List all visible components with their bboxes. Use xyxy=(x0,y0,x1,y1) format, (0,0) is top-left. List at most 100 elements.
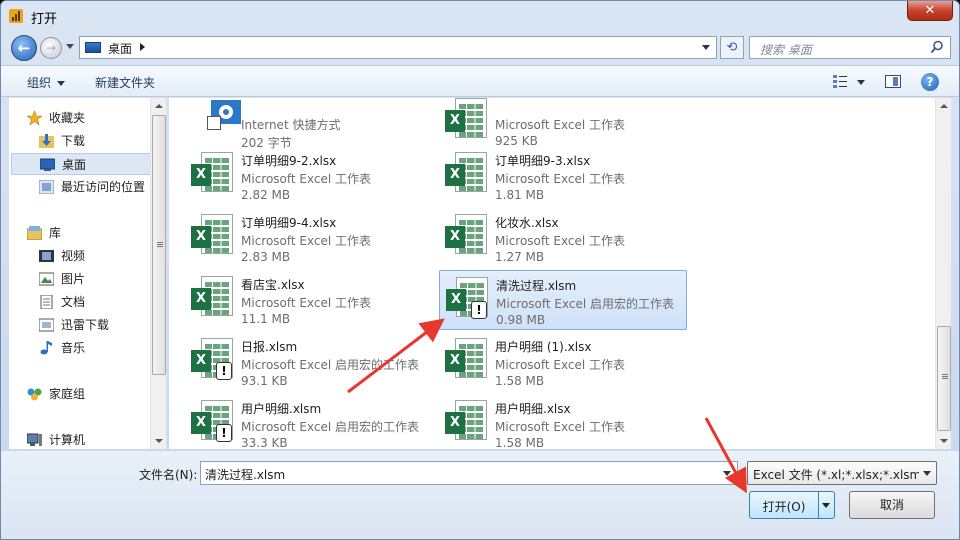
video-icon xyxy=(39,250,54,262)
back-button[interactable]: ← xyxy=(11,35,37,61)
filename-field[interactable]: 清洗过程.xlsm xyxy=(200,461,738,485)
file-type: Internet 快捷方式 xyxy=(241,118,341,132)
file-name: 订单明细9-2.xlsx xyxy=(241,154,337,168)
sidebar-item-music[interactable]: 音乐 xyxy=(39,337,157,359)
sidebar-item-label: 最近访问的位置 xyxy=(61,180,146,194)
sidebar-item-libraries[interactable]: 库 xyxy=(27,222,145,244)
document-icon xyxy=(40,295,53,309)
filename-dropdown-icon[interactable] xyxy=(723,471,731,476)
sidebar-item-label: 文档 xyxy=(61,295,86,309)
search-input[interactable]: 搜索 桌面 xyxy=(749,36,951,59)
file-item[interactable]: X 用户明细.xlsx Microsoft Excel 工作表 1.58 MB xyxy=(439,394,687,449)
open-button-divider xyxy=(818,492,819,518)
file-item[interactable]: X 订单明细9-3.xlsx Microsoft Excel 工作表 1.81 MB xyxy=(439,146,687,206)
view-options-dropdown-icon[interactable] xyxy=(857,80,865,85)
close-button[interactable]: ✕ xyxy=(907,1,953,21)
new-folder-button[interactable]: 新建文件夹 xyxy=(95,74,155,91)
excel-file-icon: X xyxy=(191,214,235,258)
title-bar: 打开 ✕ xyxy=(1,1,959,31)
excel-macro-file-icon: X! xyxy=(191,338,235,382)
sidebar-item-computer[interactable]: 计算机 xyxy=(27,429,145,451)
file-item[interactable]: X! 用户明细.xlsm Microsoft Excel 启用宏的工作表 33.3 K… xyxy=(185,394,433,449)
file-item[interactable]: X 看店宝.xlsx Microsoft Excel 工作表 11.1 MB xyxy=(185,270,433,330)
file-item[interactable]: X 订单明细9-2.xlsx Microsoft Excel 工作表 2.82 MB xyxy=(185,146,433,206)
breadcrumb-chevron-icon[interactable] xyxy=(140,43,145,51)
command-toolbar: 组织 新建文件夹 ? xyxy=(1,65,959,97)
excel-file-icon: X xyxy=(445,152,489,196)
sidebar-item-thunder-downloads[interactable]: 迅雷下载 xyxy=(39,314,157,336)
open-button-label: 打开(O) xyxy=(762,500,806,514)
file-type: Microsoft Excel 工作表 xyxy=(495,118,626,132)
sidebar-item-homegroup[interactable]: 家庭组 xyxy=(27,383,145,405)
change-view-icon[interactable] xyxy=(833,75,847,88)
sidebar-item-label: 迅雷下载 xyxy=(61,318,110,332)
file-name: 用户明细 (1).xlsx xyxy=(495,340,592,354)
excel-file-icon: X xyxy=(445,214,489,258)
file-item[interactable]: Internet 快捷方式 202 字节 xyxy=(185,98,433,152)
scrollbar-thumb[interactable] xyxy=(937,326,951,431)
open-options-dropdown-icon[interactable] xyxy=(822,503,830,508)
file-name: 看店宝.xlsx xyxy=(241,278,305,292)
help-icon[interactable]: ? xyxy=(921,73,939,91)
forward-button[interactable]: → xyxy=(40,37,62,59)
file-type: Microsoft Excel 工作表 xyxy=(495,172,626,186)
file-item[interactable]: X Microsoft Excel 工作表 925 KB xyxy=(439,98,687,152)
dialog-footer: 文件名(N): 清洗过程.xlsm Excel 文件 (*.xl;*.xlsx;… xyxy=(1,451,959,539)
file-type: Microsoft Excel 启用宏的工作表 xyxy=(241,420,420,434)
file-size: 33.3 KB xyxy=(241,436,288,449)
file-item[interactable]: X 用户明细 (1).xlsx Microsoft Excel 工作表 1.58 MB xyxy=(439,332,687,392)
scroll-up-icon[interactable] xyxy=(155,104,163,108)
file-type-filter-value: Excel 文件 (*.xl;*.xlsx;*.xlsm;*.xlsb;*.xl… xyxy=(753,468,919,482)
file-name: 用户明细.xlsm xyxy=(241,402,322,416)
scrollbar-thumb[interactable] xyxy=(152,115,166,375)
scroll-up-icon[interactable] xyxy=(940,104,948,108)
recent-pages-dropdown-icon[interactable] xyxy=(66,44,74,49)
file-list-scrollbar[interactable] xyxy=(935,98,951,449)
file-name: 订单明细9-3.xlsx xyxy=(495,154,591,168)
file-name: 清洗过程.xlsm xyxy=(496,279,577,293)
address-breadcrumb-desktop[interactable]: 桌面 xyxy=(108,40,132,57)
file-name: 订单明细9-4.xlsx xyxy=(241,216,337,230)
sidebar-item-label: 库 xyxy=(49,226,62,240)
sidebar-item-pictures[interactable]: 图片 xyxy=(39,268,157,290)
open-file-dialog: 打开 ✕ ← → 桌面 ⟲ 搜索 桌面 组织 新建文件夹 ? 收藏夹 下载 桌面… xyxy=(0,0,960,540)
recent-places-icon xyxy=(39,180,54,194)
organize-label: 组织 xyxy=(27,76,52,90)
address-dropdown-icon[interactable] xyxy=(702,45,710,50)
sidebar-item-recent-places[interactable]: 最近访问的位置 xyxy=(39,176,157,198)
file-type: Microsoft Excel 工作表 xyxy=(241,234,372,248)
file-type: Microsoft Excel 工作表 xyxy=(495,420,626,434)
file-item-selected[interactable]: X! 清洗过程.xlsm Microsoft Excel 启用宏的工作表 0.98 M… xyxy=(439,270,687,330)
navigation-bar: ← → 桌面 ⟲ 搜索 桌面 xyxy=(1,31,959,63)
scroll-down-icon[interactable] xyxy=(155,439,163,443)
sidebar-item-favorites[interactable]: 收藏夹 xyxy=(27,107,145,129)
sidebar-item-downloads[interactable]: 下载 xyxy=(39,130,157,152)
computer-icon xyxy=(27,433,42,446)
file-size: 0.98 MB xyxy=(496,313,546,327)
sidebar-item-label: 视频 xyxy=(61,249,86,263)
address-bar[interactable]: 桌面 xyxy=(79,36,717,59)
sidebar-item-label: 收藏夹 xyxy=(49,111,86,125)
organize-button[interactable]: 组织 xyxy=(27,74,66,91)
cancel-button[interactable]: 取消 xyxy=(849,491,935,519)
file-item[interactable]: X! 日报.xlsm Microsoft Excel 启用宏的工作表 93.1 KB xyxy=(185,332,433,392)
desktop-icon xyxy=(40,158,55,171)
file-type: Microsoft Excel 启用宏的工作表 xyxy=(496,297,675,311)
file-item[interactable]: X 化妆水.xlsx Microsoft Excel 工作表 1.27 MB xyxy=(439,208,687,268)
sidebar-item-desktop[interactable]: 桌面 xyxy=(11,153,151,175)
chevron-down-icon xyxy=(57,81,66,86)
file-size: 1.81 MB xyxy=(495,188,545,202)
navigation-scrollbar[interactable] xyxy=(150,98,166,449)
sidebar-item-label: 家庭组 xyxy=(49,387,86,401)
file-size: 1.58 MB xyxy=(495,374,545,388)
search-icon[interactable] xyxy=(930,40,944,54)
file-type-filter-select[interactable]: Excel 文件 (*.xl;*.xlsx;*.xlsm;*.xlsb;*.xl… xyxy=(747,461,937,485)
refresh-button[interactable]: ⟲ xyxy=(720,36,744,59)
file-type: Microsoft Excel 工作表 xyxy=(241,172,372,186)
preview-pane-icon[interactable] xyxy=(885,75,901,88)
file-item[interactable]: X 订单明细9-4.xlsx Microsoft Excel 工作表 2.83 MB xyxy=(185,208,433,268)
scroll-down-icon[interactable] xyxy=(940,439,948,443)
open-button[interactable]: 打开(O) xyxy=(749,491,835,519)
sidebar-item-videos[interactable]: 视频 xyxy=(39,245,157,267)
sidebar-item-documents[interactable]: 文档 xyxy=(39,291,157,313)
